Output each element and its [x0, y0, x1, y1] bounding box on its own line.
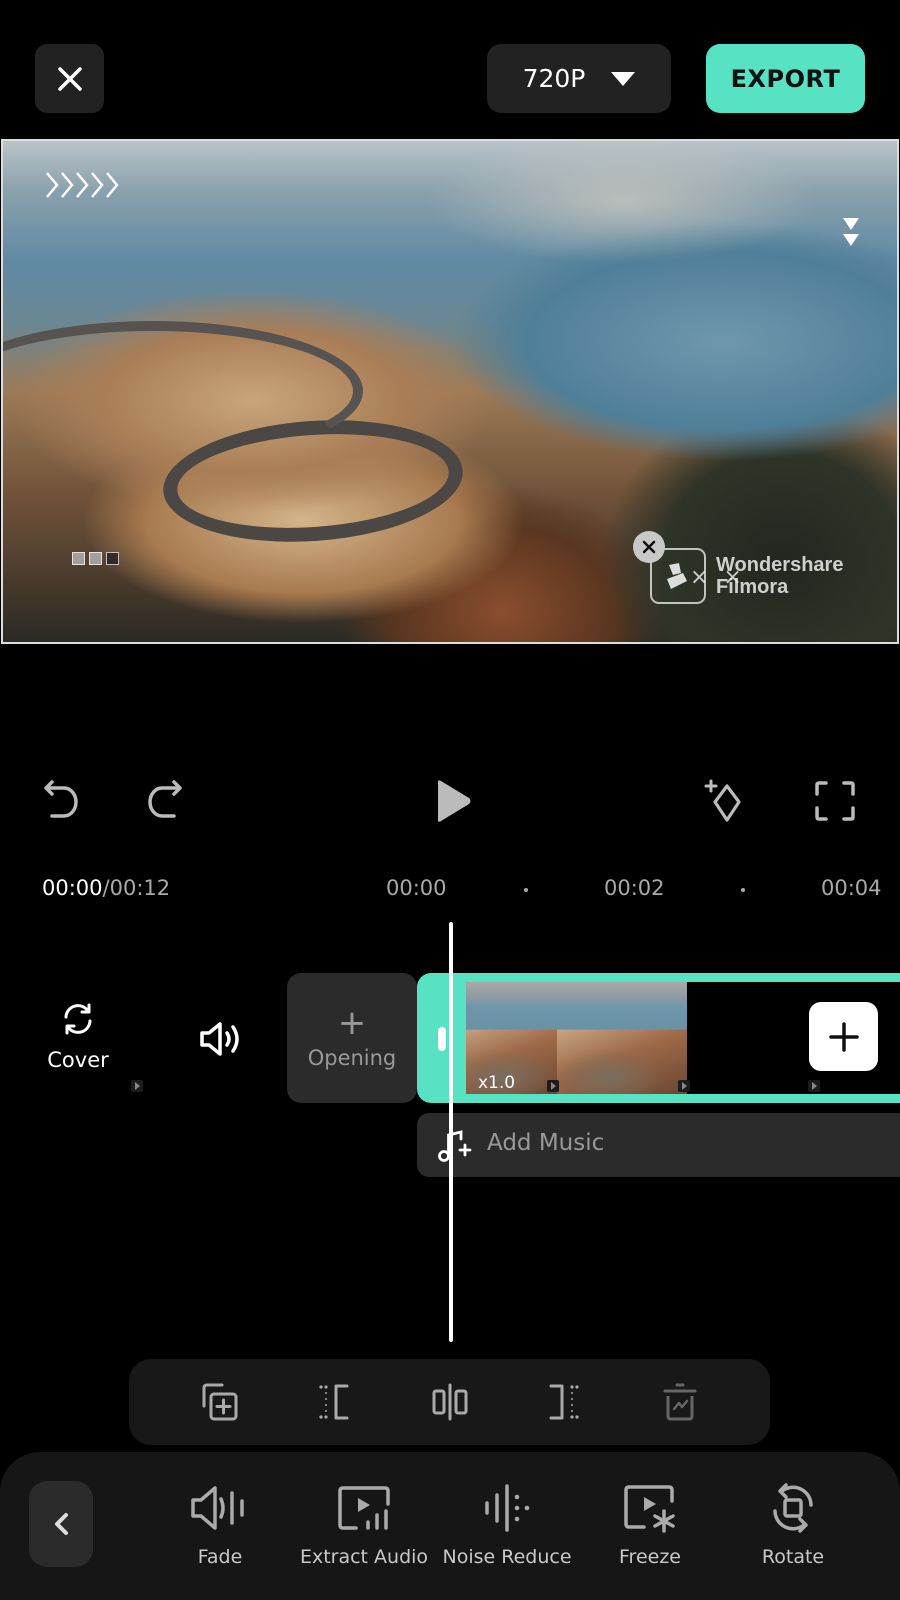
- tool-extract-audio[interactable]: Extract Audio: [294, 1482, 434, 1568]
- rotate-icon: [773, 1483, 813, 1533]
- fullscreen-button[interactable]: [812, 778, 858, 824]
- time-readout: 00:00/00:12: [42, 876, 170, 900]
- resolution-value: 720P: [522, 64, 586, 93]
- trim-end-button[interactable]: [541, 1379, 587, 1425]
- transition-marker-icon[interactable]: [131, 1080, 143, 1092]
- clip-trim-handle[interactable]: [438, 1027, 446, 1051]
- triangles-overlay-icon: [843, 218, 859, 246]
- copy-icon: [202, 1383, 238, 1421]
- current-time: 00:00: [42, 876, 103, 900]
- add-keyframe-button[interactable]: [700, 776, 750, 826]
- add-keyframe-icon: [704, 779, 741, 822]
- add-clip-button[interactable]: [809, 1002, 878, 1071]
- squares-overlay-icon: [72, 552, 119, 565]
- tool-rotate[interactable]: Rotate: [723, 1482, 863, 1568]
- trim-end-icon: [549, 1384, 579, 1420]
- add-music-track[interactable]: Add Music: [417, 1113, 900, 1177]
- export-button[interactable]: EXPORT: [706, 44, 865, 113]
- total-time: /00:12: [102, 876, 171, 900]
- tool-label: Noise Reduce: [442, 1546, 572, 1568]
- tool-freeze[interactable]: Freeze: [580, 1482, 720, 1568]
- fade-icon: [191, 1486, 244, 1530]
- tool-label: Fade: [197, 1546, 243, 1568]
- duplicate-button[interactable]: [197, 1379, 243, 1425]
- chevrons-overlay-icon: [45, 171, 119, 199]
- chevron-left-icon: [55, 1513, 68, 1535]
- close-button[interactable]: [35, 44, 104, 113]
- add-music-label: Add Music: [487, 1130, 605, 1156]
- transition-marker-icon[interactable]: [808, 1080, 820, 1092]
- ruler-dot: [524, 888, 528, 892]
- speaker-icon: [200, 1022, 239, 1056]
- trim-start-icon: [319, 1384, 349, 1420]
- split-button[interactable]: [427, 1379, 473, 1425]
- ruler-tick-label: 00:04: [821, 876, 882, 900]
- trim-start-button[interactable]: [311, 1379, 357, 1425]
- freeze-icon: [624, 1485, 675, 1533]
- cover-label: Cover: [47, 1048, 109, 1072]
- extract-audio-icon: [338, 1486, 390, 1530]
- undo-button[interactable]: [40, 778, 84, 822]
- mute-audio-button[interactable]: [196, 1014, 246, 1064]
- add-opening-button[interactable]: + Opening: [287, 973, 417, 1103]
- delete-button[interactable]: [657, 1379, 703, 1425]
- plus-icon: [828, 1021, 859, 1052]
- watermark-text: Wondershare Filmora: [716, 554, 843, 598]
- clip-edit-toolbar: [129, 1359, 770, 1445]
- add-music-icon: [438, 1130, 472, 1162]
- close-icon: [642, 540, 656, 554]
- close-icon: [57, 66, 82, 91]
- back-button[interactable]: [29, 1481, 93, 1567]
- tool-label: Rotate: [761, 1546, 825, 1568]
- noise-reduce-icon: [485, 1484, 530, 1532]
- split-icon: [432, 1383, 468, 1421]
- watermark-line2: Filmora: [716, 576, 789, 598]
- plus-icon: +: [337, 1003, 367, 1043]
- clip-thumbnail: [557, 982, 687, 1094]
- resolution-dropdown[interactable]: 720P: [487, 44, 671, 113]
- clip-speed-label: x1.0: [478, 1073, 516, 1093]
- undo-icon: [44, 780, 78, 818]
- opening-label: Opening: [307, 1046, 397, 1070]
- redo-icon: [148, 780, 182, 818]
- caret-down-icon: [611, 71, 636, 86]
- remove-watermark-button[interactable]: [633, 531, 665, 563]
- tool-label: Extract Audio: [299, 1546, 429, 1568]
- transition-marker-icon[interactable]: [678, 1080, 690, 1092]
- cover-button[interactable]: Cover: [40, 1002, 116, 1072]
- playhead[interactable]: [449, 922, 453, 1342]
- watermark-line1: Wondershare: [716, 554, 844, 576]
- tool-fade[interactable]: Fade: [150, 1482, 290, 1568]
- tool-noise-reduce[interactable]: Noise Reduce: [437, 1482, 577, 1568]
- play-button[interactable]: [428, 776, 478, 826]
- transition-marker-icon[interactable]: [547, 1080, 559, 1092]
- ruler-dot: [741, 888, 745, 892]
- tool-label: Freeze: [619, 1546, 681, 1568]
- delete-icon: [663, 1383, 697, 1421]
- redo-button[interactable]: [142, 778, 186, 822]
- ruler-tick-label: 00:02: [604, 876, 665, 900]
- play-icon: [438, 780, 471, 822]
- ruler-tick-label: 00:00: [386, 876, 447, 900]
- fullscreen-icon: [815, 781, 855, 821]
- refresh-icon: [64, 1003, 92, 1035]
